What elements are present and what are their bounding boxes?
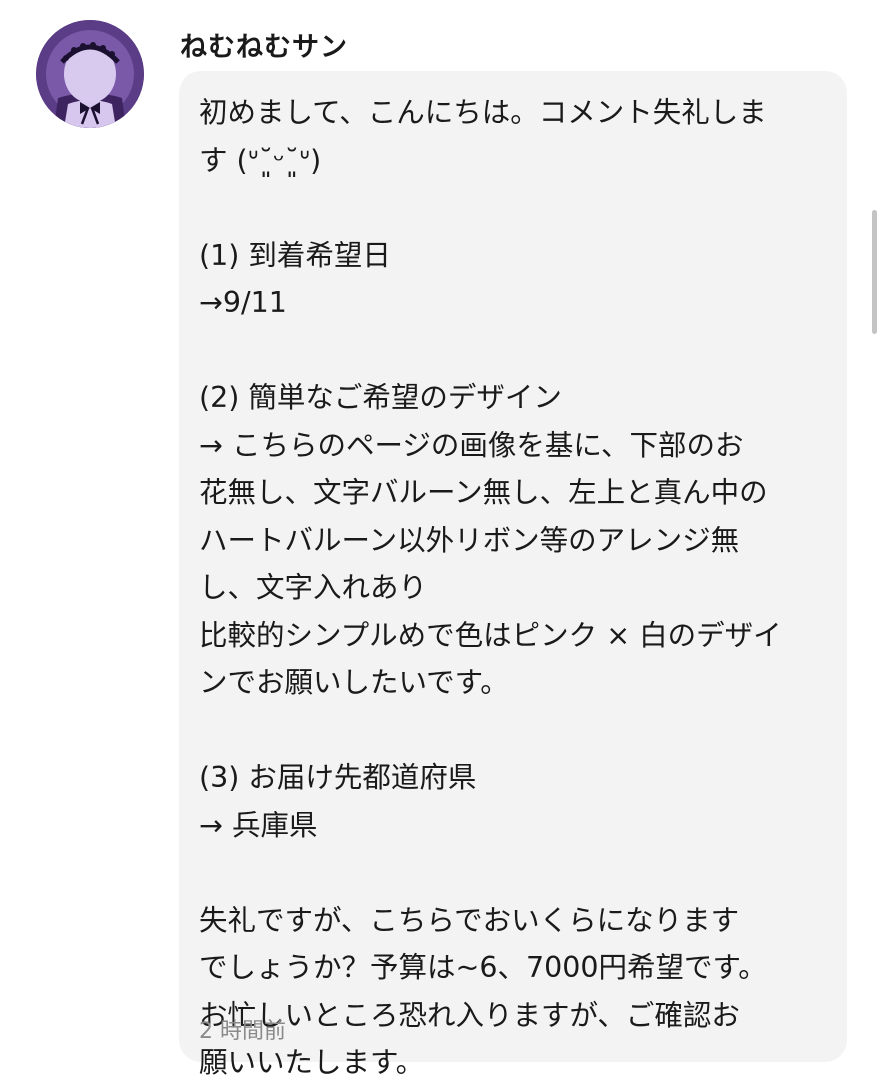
comment-line: でしょうか？予算は~6、7000円希望です。 bbox=[199, 951, 767, 984]
comment-line: →9/11 bbox=[199, 286, 287, 319]
comment-line: す (ᐡ˘͈ᵕ˘͈ᐡ) bbox=[199, 143, 322, 177]
comment-line: → こちらのページの画像を基に、下部のお bbox=[199, 428, 744, 462]
comment-bubble: 初めまして、こんにちは。コメント失礼しま す (ᐡ˘͈ᵕ˘͈ᐡ) (1) 到着希… bbox=[179, 71, 847, 1079]
comment-line: (1) 到着希望日 bbox=[199, 238, 391, 272]
comment-line: → 兵庫県 bbox=[199, 808, 318, 842]
comment-line: 願いいたします。 bbox=[199, 1046, 425, 1079]
avatar-girl-with-bow-icon bbox=[36, 20, 144, 128]
comment-line: (3) お届け先都道府県 bbox=[199, 761, 477, 794]
comment-line: ンでお願いしたいです。 bbox=[199, 666, 509, 699]
comment-text: 初めまして、こんにちは。コメント失礼しま す (ᐡ˘͈ᵕ˘͈ᐡ) (1) 到着希… bbox=[199, 89, 827, 1087]
comment-line: 花無し、文字バルーン無し、左上と真ん中の bbox=[199, 476, 768, 509]
comment-author[interactable]: ねむねむサン bbox=[180, 25, 348, 64]
scrollbar-thumb[interactable] bbox=[872, 210, 877, 334]
comment-line: 失礼ですが、こちらでおいくらになります bbox=[199, 903, 740, 937]
comment-timestamp: 2 時間前 bbox=[199, 1019, 286, 1044]
comment-line: お忙しいところ恐れ入りますが、ご確認お bbox=[199, 998, 740, 1032]
user-avatar[interactable] bbox=[36, 20, 144, 128]
comment-line: し、文字入れあり bbox=[199, 571, 428, 604]
comment-line bbox=[199, 849, 827, 897]
comment-line bbox=[199, 327, 827, 375]
comment-line: (2) 簡単なご希望のデザイン bbox=[199, 381, 562, 414]
comment-line bbox=[199, 707, 827, 755]
comment-line: 初めまして、こんにちは。コメント失礼しま bbox=[199, 96, 767, 129]
comment-line: ハートバルーン以外リボン等のアレンジ無 bbox=[199, 523, 740, 557]
comment-line: 比較的シンプルめで色はピンク × 白のデザイ bbox=[199, 618, 782, 652]
comment-line bbox=[199, 184, 827, 232]
